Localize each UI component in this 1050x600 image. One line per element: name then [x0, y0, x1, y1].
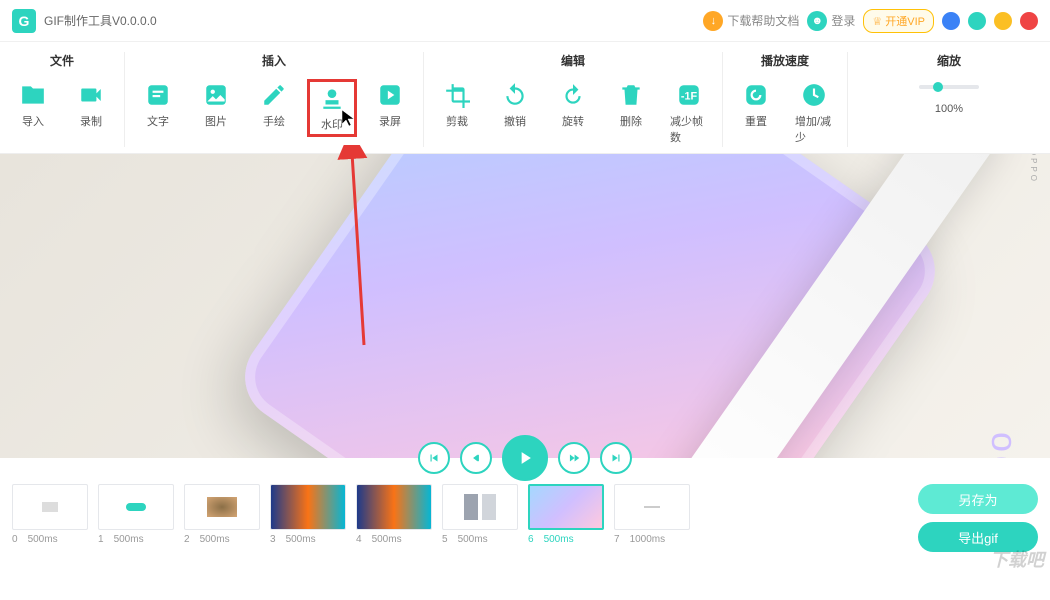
titlebar-right: ↓ 下载帮助文档 ☻ 登录 ♕ 开通VIP	[703, 9, 1038, 33]
login-link[interactable]: ☻ 登录	[807, 11, 855, 31]
text-icon	[144, 81, 172, 109]
login-label: 登录	[831, 12, 855, 29]
undo-button[interactable]: 撤销	[490, 79, 540, 147]
pencil-icon	[260, 81, 288, 109]
reset-speed-button[interactable]: 重置	[731, 79, 781, 147]
cursor-icon	[340, 108, 358, 126]
app-logo: G	[12, 9, 36, 33]
image-icon	[202, 81, 230, 109]
download-icon: ↓	[703, 11, 723, 31]
undo-icon	[501, 81, 529, 109]
group-edit: 编辑 剪裁 撤销 旋转 删除 -1F 减少帧数	[424, 52, 723, 147]
first-frame-button[interactable]	[418, 442, 450, 474]
group-edit-label: 编辑	[561, 52, 585, 69]
vip-button[interactable]: ♕ 开通VIP	[863, 9, 934, 33]
maximize-icon[interactable]	[994, 12, 1012, 30]
help-link[interactable]: ↓ 下载帮助文档	[703, 11, 799, 31]
frame-item[interactable]: 2500ms	[184, 484, 260, 545]
app-title: GIF制作工具V0.0.0.0	[44, 12, 157, 29]
close-icon[interactable]	[1020, 12, 1038, 30]
delete-button[interactable]: 删除	[606, 79, 656, 147]
frame-item[interactable]: 0500ms	[12, 484, 88, 545]
last-frame-button[interactable]	[600, 442, 632, 474]
group-file: 文件 导入 录制	[0, 52, 125, 147]
frame-item[interactable]: 3500ms	[270, 484, 346, 545]
record-button[interactable]: 录制	[66, 79, 116, 131]
group-speed: 播放速度 重置 增加/减少	[723, 52, 848, 147]
frame-item[interactable]: 4500ms	[356, 484, 432, 545]
zoom-slider[interactable]	[919, 85, 979, 89]
group-insert: 插入 文字 图片 手绘 水印 录屏	[125, 52, 424, 147]
frame-thumb	[12, 484, 88, 530]
import-button[interactable]: 导入	[8, 79, 58, 131]
clock-icon	[800, 81, 828, 109]
play-button[interactable]	[502, 435, 548, 481]
group-zoom-label: 缩放	[937, 52, 961, 69]
frame-thumb	[442, 484, 518, 530]
group-insert-label: 插入	[262, 52, 286, 69]
help-label: 下载帮助文档	[727, 12, 799, 29]
prev-frame-button[interactable]	[460, 442, 492, 474]
camera-icon	[77, 81, 105, 109]
text-button[interactable]: 文字	[133, 79, 183, 137]
group-zoom: 缩放 100%	[848, 52, 1050, 147]
draw-button[interactable]: 手绘	[249, 79, 299, 137]
rotate-button[interactable]: 旋转	[548, 79, 598, 147]
title-bar: G GIF制作工具V0.0.0.0 ↓ 下载帮助文档 ☻ 登录 ♕ 开通VIP	[0, 0, 1050, 42]
group-speed-label: 播放速度	[761, 52, 809, 69]
canvas: oppo DESIGNED BY OPPO	[0, 154, 1050, 458]
reset-icon	[742, 81, 770, 109]
frame-item[interactable]: 71000ms	[614, 484, 690, 545]
save-as-button[interactable]: 另存为	[918, 484, 1038, 514]
minimize-icon[interactable]	[968, 12, 986, 30]
adjust-speed-button[interactable]: 增加/减少	[789, 79, 839, 147]
frame-thumb	[614, 484, 690, 530]
zoom-value: 100%	[935, 103, 963, 115]
frame-thumb	[184, 484, 260, 530]
playback-controls	[0, 438, 1050, 478]
frame-thumb	[356, 484, 432, 530]
screen-record-button[interactable]: 录屏	[365, 79, 415, 137]
frame-thumb	[98, 484, 174, 530]
svg-text:-1F: -1F	[681, 90, 698, 102]
rotate-icon	[559, 81, 587, 109]
site-watermark: 下载吧	[990, 546, 1044, 572]
brand-tag: DESIGNED BY OPPO	[1029, 154, 1038, 184]
preview-image[interactable]: oppo DESIGNED BY OPPO	[0, 154, 1050, 458]
frames-area: 0500ms 1500ms 2500ms 3500ms 4500ms 5500m…	[0, 478, 1050, 558]
frame-thumb	[270, 484, 346, 530]
play-square-icon	[376, 81, 404, 109]
frame-list: 0500ms 1500ms 2500ms 3500ms 4500ms 5500m…	[12, 484, 910, 545]
toolbar: 文件 导入 录制 插入 文字 图片 手绘	[0, 42, 1050, 154]
frame-item[interactable]: 1500ms	[98, 484, 174, 545]
zoom-thumb[interactable]	[933, 82, 943, 92]
image-button[interactable]: 图片	[191, 79, 241, 137]
trash-icon	[617, 81, 645, 109]
window-help-icon[interactable]	[942, 12, 960, 30]
minus-frame-icon: -1F	[675, 81, 703, 109]
crop-button[interactable]: 剪裁	[432, 79, 482, 147]
folder-icon	[19, 81, 47, 109]
user-icon: ☻	[807, 11, 827, 31]
frame-thumb	[528, 484, 604, 530]
frame-item[interactable]: 5500ms	[442, 484, 518, 545]
frame-item[interactable]: 6500ms	[528, 484, 604, 545]
next-frame-button[interactable]	[558, 442, 590, 474]
crop-icon	[443, 81, 471, 109]
group-file-label: 文件	[50, 52, 74, 69]
action-buttons: 另存为 导出gif	[918, 484, 1038, 552]
reduce-frames-button[interactable]: -1F 减少帧数	[664, 79, 714, 147]
